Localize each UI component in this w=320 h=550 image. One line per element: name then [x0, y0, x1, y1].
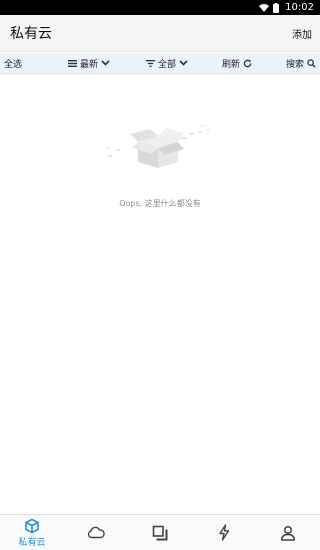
empty-message: Oops, 这里什么都没有 [119, 199, 201, 208]
refresh-button[interactable]: 刷新 [222, 57, 252, 70]
toolbar: 全选 最新 全部 刷新 搜索 [0, 53, 320, 74]
page-title: 私有云 [10, 26, 52, 42]
cube-icon [25, 518, 39, 533]
sort-dropdown[interactable]: 最新 [68, 57, 110, 70]
refresh-label: 刷新 [222, 59, 241, 70]
status-icons [259, 2, 280, 13]
nav-label-private-cloud: 私有云 [18, 537, 46, 548]
nav-item-windows[interactable] [128, 515, 192, 550]
list-icon [68, 59, 77, 67]
nav-item-cloud[interactable] [64, 515, 128, 550]
filter-icon [146, 59, 155, 67]
bottom-nav: 私有云 [0, 514, 320, 550]
windows-icon [152, 525, 168, 540]
search-icon [307, 58, 316, 68]
nav-item-private-cloud[interactable]: 私有云 [0, 515, 64, 550]
status-bar: 10:02 [0, 0, 320, 15]
empty-state: Oops, 这里什么都没有 [0, 120, 320, 220]
empty-box-icon [106, 125, 210, 168]
chevron-down-icon [101, 60, 110, 66]
search-button[interactable]: 搜索 [286, 57, 316, 70]
select-all-button[interactable]: 全选 [4, 57, 22, 70]
nav-item-profile[interactable] [256, 515, 320, 550]
status-time: 10:02 [285, 2, 314, 13]
chevron-down-icon [179, 60, 188, 66]
battery-icon [273, 2, 280, 13]
add-button[interactable]: 添加 [292, 26, 312, 41]
sort-label: 最新 [80, 59, 99, 70]
bolt-icon [219, 524, 230, 541]
app-header: 私有云 添加 [0, 15, 320, 52]
nav-item-bolt[interactable] [192, 515, 256, 550]
filter-dropdown[interactable]: 全部 [146, 57, 188, 70]
user-icon [281, 525, 295, 541]
wifi-icon [259, 3, 270, 12]
refresh-icon [243, 59, 252, 67]
filter-label: 全部 [158, 59, 177, 70]
cloud-icon [87, 526, 105, 539]
select-all-label: 全选 [4, 59, 23, 70]
search-label: 搜索 [286, 59, 305, 70]
